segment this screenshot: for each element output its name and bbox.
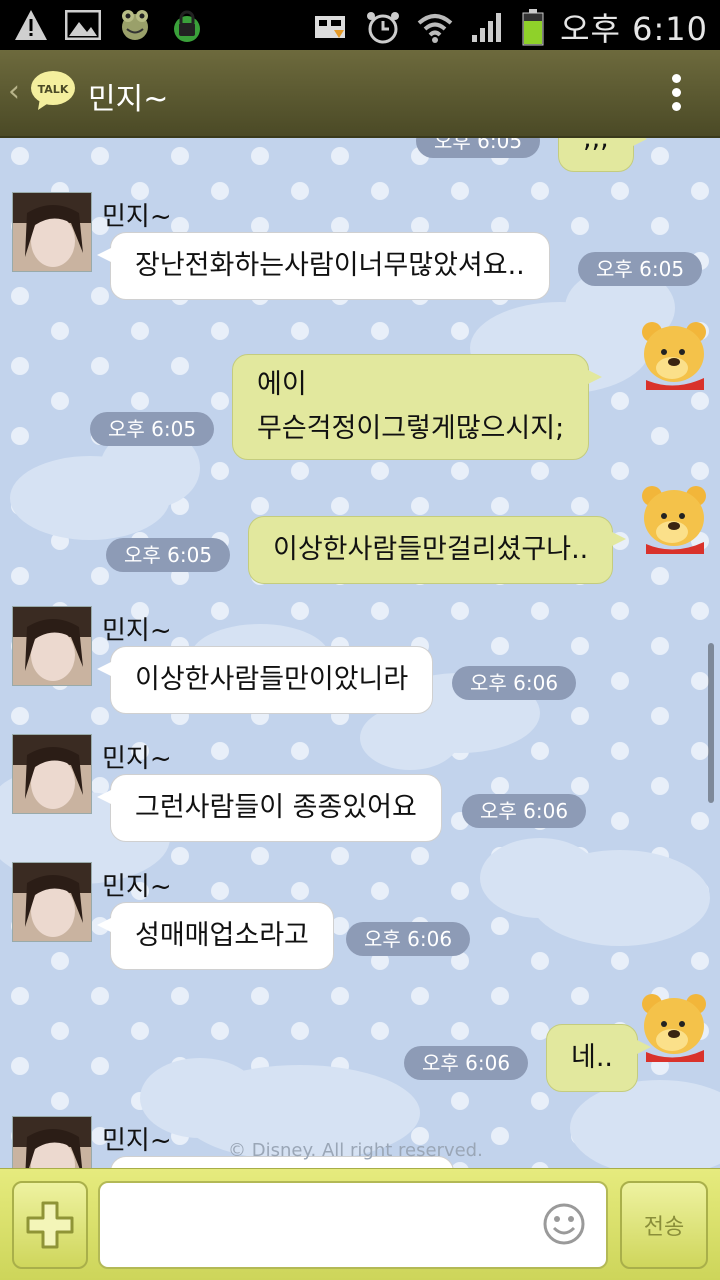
clock: 오후 6:10	[560, 10, 708, 48]
message-time: 오후 6:06	[346, 922, 471, 956]
message-bubble-outgoing[interactable]: 에이 무슨걱정이그렇게많으시지;	[232, 354, 603, 460]
message-time: 오후 6:06	[462, 794, 587, 828]
message-bubble-incoming[interactable]: 성매매업소라고	[97, 902, 334, 970]
status-bar: 오후 6:10	[0, 0, 720, 50]
sender-name: 민지~	[102, 1126, 172, 1156]
wifi-icon	[416, 8, 454, 46]
emoticon-icon[interactable]	[542, 1202, 586, 1246]
chat-area[interactable]: 오후 6:05 ,,, 민지~ 장난전화하는사람이너무많았셔요.. 오후 6:0…	[0, 138, 720, 1168]
battery-icon	[520, 8, 546, 46]
message-time: 오후 6:05	[90, 412, 215, 446]
pooh-avatar[interactable]	[638, 318, 710, 390]
chat-title: 민지~	[88, 82, 169, 117]
alarm-icon	[364, 8, 402, 46]
input-bar: 전송	[0, 1168, 720, 1280]
message-bubble-outgoing[interactable]: 네..	[546, 1024, 652, 1092]
kakaotalk-logo[interactable]: TALK	[30, 70, 76, 112]
message-bubble-incoming[interactable]: 장난전화하는사람이너무많았셔요..	[97, 232, 550, 300]
svg-text:TALK: TALK	[38, 83, 69, 96]
scrollbar[interactable]	[708, 643, 714, 803]
message-bubble-outgoing[interactable]: ,,,	[558, 138, 647, 172]
message-time: 오후 6:06	[404, 1046, 529, 1080]
add-attachment-button[interactable]	[12, 1181, 88, 1269]
chat-header: ‹ TALK 민지~	[0, 50, 720, 138]
message-bubble-incoming[interactable]: 그런사람들이 종종있어요	[97, 774, 442, 842]
back-chevron-icon[interactable]: ‹	[8, 74, 20, 109]
message-time: 오후 6:06	[452, 666, 577, 700]
sender-name: 민지~	[102, 616, 172, 646]
pooh-avatar[interactable]	[638, 990, 710, 1062]
warning-icon	[12, 6, 50, 44]
avatar[interactable]	[12, 734, 92, 814]
cast-icon	[312, 8, 350, 46]
message-bubble-outgoing[interactable]: 이상한사람들만걸리셨구나..	[248, 516, 627, 584]
overflow-menu-icon[interactable]	[670, 74, 682, 114]
avatar[interactable]	[12, 862, 92, 942]
sender-name: 민지~	[102, 744, 172, 774]
lock-icon	[168, 6, 206, 44]
message-input[interactable]	[98, 1181, 608, 1269]
message-line: 무슨걱정이그렇게많으시지;	[257, 413, 565, 444]
avatar[interactable]	[12, 1116, 92, 1168]
avatar[interactable]	[12, 606, 92, 686]
message-time: 오후 6:05	[106, 538, 231, 572]
frog-icon	[116, 6, 154, 44]
copyright-watermark: © Disney. All right reserved.	[228, 1140, 483, 1161]
message-bubble-incoming[interactable]: 이상한사람들만이았니라	[96, 646, 434, 714]
avatar[interactable]	[12, 192, 92, 272]
message-time: 오후 6:05	[578, 252, 703, 286]
image-icon	[64, 6, 102, 44]
sender-name: 민지~	[102, 202, 172, 232]
plus-icon	[26, 1201, 74, 1249]
sender-name: 민지~	[102, 872, 172, 902]
pooh-avatar[interactable]	[638, 482, 710, 554]
message-line: 에이	[257, 369, 307, 400]
message-time: 오후 6:05	[416, 138, 541, 158]
signal-icon	[468, 8, 506, 46]
send-button[interactable]: 전송	[620, 1181, 708, 1269]
